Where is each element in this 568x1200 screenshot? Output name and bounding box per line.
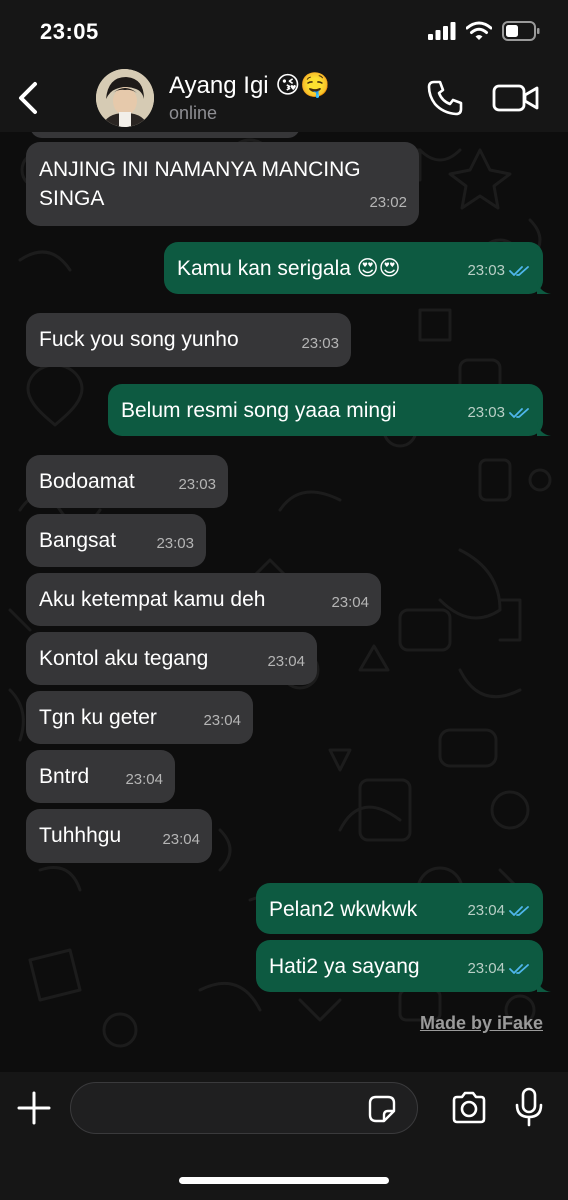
status-bar: 23:05 bbox=[0, 0, 568, 60]
message-bubble-incoming[interactable]: ANJING INI NAMANYA MANCING SINGA 23:02 bbox=[26, 142, 419, 226]
chat-header: Ayang Igi 😘🤤 online bbox=[0, 60, 568, 132]
sticker-button[interactable] bbox=[367, 1094, 397, 1124]
message-text: Aku ketempat kamu deh bbox=[39, 588, 266, 611]
voice-call-button[interactable] bbox=[425, 78, 465, 118]
battery-icon bbox=[502, 21, 540, 41]
message-time: 23:03 bbox=[467, 262, 505, 279]
message-time: 23:04 bbox=[162, 831, 200, 848]
message-input[interactable] bbox=[70, 1082, 418, 1134]
attach-button[interactable] bbox=[16, 1090, 52, 1126]
message-bubble-outgoing[interactable]: Belum resmi song yaaa mingi 23:03 bbox=[108, 384, 551, 436]
input-bar bbox=[0, 1072, 568, 1200]
double-check-icon bbox=[509, 265, 529, 276]
message-time: 23:03 bbox=[301, 335, 339, 352]
message-bubble-incoming[interactable]: Tgn ku geter 23:04 bbox=[26, 691, 253, 744]
message-time: 23:04 bbox=[467, 902, 505, 919]
message-text: Hati2 ya sayang bbox=[269, 955, 420, 978]
camera-button[interactable] bbox=[450, 1090, 488, 1126]
double-check-icon bbox=[509, 407, 529, 418]
message-bubble-incoming[interactable]: Aku ketempat kamu deh 23:04 bbox=[26, 573, 381, 626]
message-text: Bangsat bbox=[39, 529, 117, 552]
double-check-icon bbox=[509, 905, 529, 916]
message-time: 23:02 bbox=[369, 194, 407, 211]
message-text: Fuck you song yunho bbox=[39, 328, 239, 351]
message-time: 23:04 bbox=[331, 594, 369, 611]
message-time: 23:04 bbox=[467, 960, 505, 977]
phone-icon bbox=[427, 80, 463, 116]
microphone-button[interactable] bbox=[514, 1087, 544, 1127]
message-time: 23:04 bbox=[267, 653, 305, 670]
message-text: Bodoamat bbox=[39, 470, 135, 493]
message-time: 23:04 bbox=[125, 771, 163, 788]
avatar[interactable] bbox=[96, 69, 154, 127]
double-check-icon bbox=[509, 963, 529, 974]
signal-icon bbox=[428, 22, 456, 40]
message-bubble-incoming[interactable]: Bodoamat 23:03 bbox=[26, 455, 228, 508]
message-time: 23:03 bbox=[156, 535, 194, 552]
status-icons bbox=[428, 20, 540, 42]
message-text: Bntrd bbox=[39, 765, 90, 788]
avatar-image bbox=[96, 69, 154, 127]
message-time: 23:03 bbox=[178, 476, 216, 493]
chat-screen: 23:05 Ayang Igi 😘🤤 online ANJING INI NAM… bbox=[0, 0, 568, 1200]
bubble-tail bbox=[537, 422, 551, 436]
message-bubble-outgoing[interactable]: Hati2 ya sayang 23:04 bbox=[256, 940, 551, 992]
back-button[interactable] bbox=[12, 78, 44, 118]
watermark-text: Made by iFake bbox=[419, 1013, 543, 1033]
message-text: Tuhhhgu bbox=[39, 824, 122, 847]
contact-name[interactable]: Ayang Igi 😘🤤 bbox=[169, 71, 330, 100]
contact-status: online bbox=[169, 103, 218, 123]
message-bubble-incoming[interactable]: Tuhhhgu 23:04 bbox=[26, 809, 212, 863]
bubble-tail bbox=[537, 280, 551, 294]
camera-icon bbox=[452, 1091, 486, 1124]
message-time: 23:04 bbox=[203, 712, 241, 729]
message-text: Kontol aku tegang bbox=[39, 647, 209, 670]
home-indicator bbox=[179, 1177, 389, 1184]
message-bubble-incoming[interactable]: Kontol aku tegang 23:04 bbox=[26, 632, 317, 685]
message-text: SINGA bbox=[39, 187, 105, 210]
wifi-icon bbox=[466, 21, 492, 40]
status-time: 23:05 bbox=[40, 19, 99, 44]
message-text: Tgn ku geter bbox=[39, 706, 157, 729]
message-bubble-outgoing[interactable]: Kamu kan serigala 😍😍 23:03 bbox=[164, 242, 551, 294]
chevron-left-icon bbox=[19, 82, 37, 114]
microphone-icon bbox=[515, 1087, 543, 1127]
message-bubble-outgoing[interactable]: Pelan2 wkwkwk 23:04 bbox=[256, 883, 543, 934]
plus-icon bbox=[17, 1091, 51, 1125]
video-camera-icon bbox=[492, 84, 539, 112]
video-call-button[interactable] bbox=[492, 80, 540, 116]
message-text: Pelan2 wkwkwk bbox=[269, 898, 418, 921]
message-text: ANJING INI NAMANYA MANCING bbox=[39, 158, 361, 181]
message-bubble-incoming[interactable]: Fuck you song yunho 23:03 bbox=[26, 313, 351, 367]
message-text: Kamu kan serigala 😍😍 bbox=[177, 257, 401, 280]
bubble-tail bbox=[537, 978, 551, 992]
message-time: 23:03 bbox=[467, 404, 505, 421]
message-text: Belum resmi song yaaa mingi bbox=[121, 399, 397, 422]
message-bubble-incoming[interactable]: Bntrd 23:04 bbox=[26, 750, 175, 803]
message-bubble-incoming[interactable]: Bangsat 23:03 bbox=[26, 514, 206, 567]
sticker-icon bbox=[368, 1095, 396, 1123]
